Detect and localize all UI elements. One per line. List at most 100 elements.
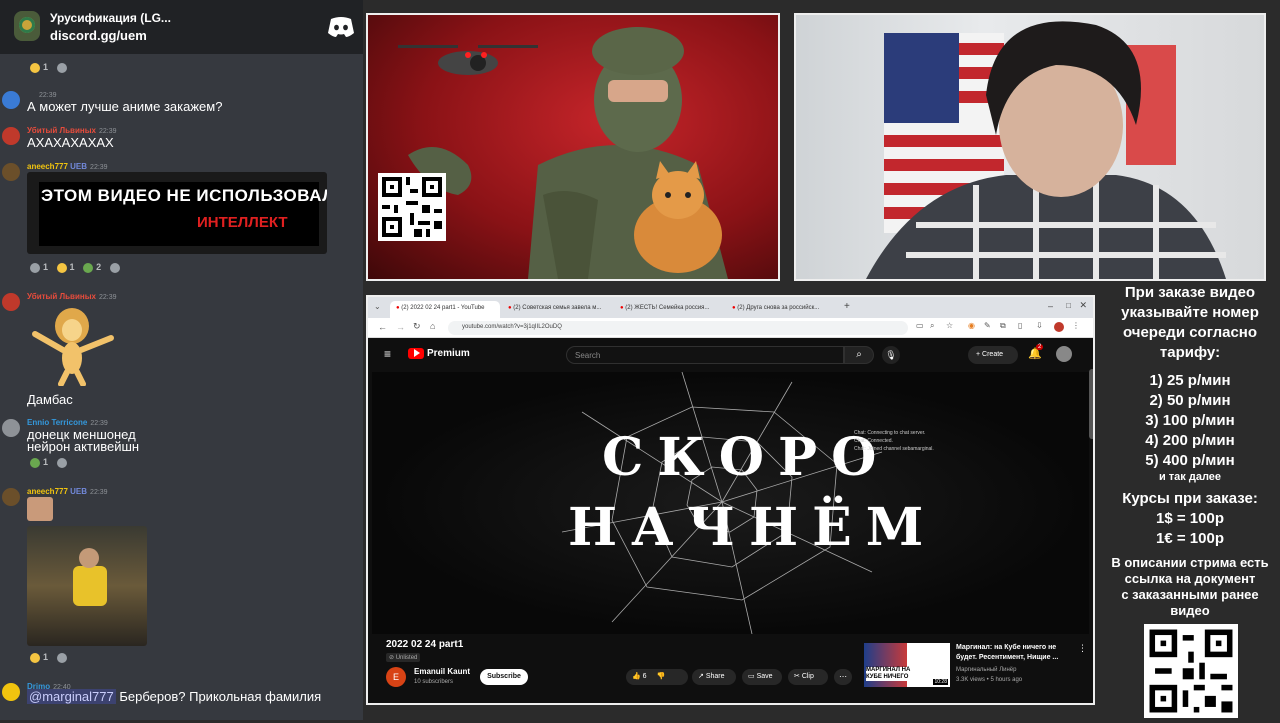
recommended-video-title[interactable]: Маргинал: на Кубе ничего не будет. Ресен… [956, 643, 1074, 663]
add-reaction-icon[interactable] [109, 262, 123, 273]
channel-name[interactable]: Emanuil Kaunt [414, 667, 470, 676]
avatar[interactable] [2, 163, 20, 181]
rates-title: Курсы при заказе: [1122, 490, 1258, 507]
media-embed[interactable] [27, 526, 147, 646]
new-tab-icon[interactable]: + [844, 301, 850, 312]
youtube-topbar: ≡ Premium Search ⌕ 🎙 + Create 🔔 2 [368, 339, 1093, 369]
invite-link[interactable]: discord.gg/uem [50, 28, 147, 43]
message-text: АХАХАХАХАХ [27, 135, 114, 150]
share-button[interactable]: ↗ Share [692, 669, 736, 685]
author-name[interactable]: Убитый Львиных 22:39 [27, 292, 117, 301]
tab-youtube-active[interactable]: ● (2) 2022 02 24 part1 - YouTube [390, 301, 500, 318]
media-caption: ЭТОМ ВИДЕО НЕ ИСПОЛЬЗОВАЛСЯ [41, 186, 327, 205]
zoom-icon[interactable]: ⌕ [930, 321, 934, 331]
url-field[interactable]: youtube.com/watch?v=3j1qIIL2OuDQ [448, 321, 908, 335]
address-bar: ← → ↻ ⌂ youtube.com/watch?v=3j1qIIL2OuDQ… [368, 318, 1093, 338]
account-avatar[interactable] [1056, 346, 1072, 362]
media-caption-red: ИНТЕЛЛЕКТ [197, 214, 288, 231]
media-embed[interactable]: ЭТОМ ВИДЕО НЕ ИСПОЛЬЗОВАЛСЯ ИНТЕЛЛЕКТ [27, 172, 327, 254]
avatar[interactable] [2, 127, 20, 145]
tariff-line: 1) 25 р/мин [1149, 372, 1231, 389]
reaction[interactable]: 1 [30, 652, 48, 663]
create-button[interactable]: + Create [968, 346, 1018, 364]
description-line: с заказанными ранее [1121, 587, 1259, 602]
maximize-icon[interactable]: □ [1066, 301, 1071, 310]
extensions-icon[interactable]: ⧉ [1000, 321, 1006, 331]
tab-russia-family[interactable]: ● (2) ЖЕСТЬ! Семейка россия... [614, 301, 724, 318]
reaction[interactable]: 1 [30, 262, 48, 273]
reaction[interactable]: 2 [83, 262, 101, 273]
chat-status-overlay: Chat: Connecting to chat server. Chat: C… [854, 430, 934, 452]
reaction-bar: 1 [30, 652, 76, 663]
reaction-bar: 1 1 2 [30, 262, 129, 273]
video-player[interactable]: СКОРО НАЧНЁМ Chat: Connecting to chat se… [372, 372, 1089, 634]
description-line: В описании стрима есть [1111, 555, 1269, 570]
browser-window: ⌄ ● (2) 2022 02 24 part1 - YouTube ● (2)… [366, 295, 1095, 705]
reaction[interactable]: 1 [30, 457, 48, 468]
recommended-channel[interactable]: Маргинальный Линёр [956, 667, 1016, 673]
avatar[interactable] [2, 488, 20, 506]
avatar[interactable] [2, 293, 20, 311]
reaction[interactable]: 1 [30, 62, 48, 73]
hamburger-menu-icon[interactable]: ≡ [384, 347, 391, 361]
bookmark-star-icon[interactable]: ☆ [946, 321, 953, 330]
tariff-etc: и так далее [1158, 471, 1222, 483]
search-input[interactable]: Search [566, 346, 844, 364]
cast-icon[interactable]: ▭ [916, 321, 924, 330]
channel-avatar[interactable]: E [386, 667, 406, 687]
menu-dots-icon[interactable]: ⋮ [1072, 321, 1080, 330]
subscribe-button[interactable]: Subscribe [480, 669, 528, 685]
avatar[interactable] [2, 683, 20, 701]
sidebar-icon[interactable]: ▯ [1018, 321, 1022, 330]
page-scrollbar[interactable] [1089, 369, 1093, 439]
info-line: очереди согласно [1122, 324, 1258, 341]
user-mention[interactable]: @marginal777 [27, 689, 116, 704]
tab-list-icon[interactable]: ⌄ [374, 302, 381, 311]
forward-icon[interactable]: → [396, 322, 405, 332]
tariff-line: 5) 400 р/мин [1145, 452, 1235, 469]
emoji-image [27, 497, 53, 521]
message-text: Дамбас [27, 392, 73, 407]
author-name[interactable]: Ennio Terricone 22:39 [27, 418, 108, 427]
info-line: указывайте номер [1121, 304, 1259, 321]
add-reaction-icon[interactable] [56, 62, 70, 73]
tab-friend-again[interactable]: ● (2) Друга снова за российск... [726, 301, 836, 318]
youtube-brand: Premium [427, 348, 470, 359]
thumbnail-text: МАРГИНАЛ НА КУБЕ НИЧЕГО [866, 667, 912, 681]
reload-icon[interactable]: ↻ [413, 321, 421, 332]
message-text: @marginal777 Берберов? Прикольная фамили… [27, 689, 322, 704]
save-button[interactable]: ▭ Save [742, 669, 782, 685]
avatar[interactable] [2, 419, 20, 437]
puzzle-icon[interactable]: ✎ [984, 321, 991, 330]
minimize-icon[interactable]: – [1048, 301, 1053, 311]
lion-sticker-image [32, 308, 114, 386]
author-name[interactable]: aneech777 UEB 22:39 [27, 162, 108, 171]
avatar[interactable] [2, 91, 20, 109]
microphone-icon[interactable]: 🎙 [882, 346, 900, 364]
clip-button[interactable]: ✂ Clip [788, 669, 828, 685]
search-button[interactable]: ⌕ [844, 346, 874, 364]
tab-soviet-family[interactable]: ● (2) Советская семья завела м... [502, 301, 612, 318]
message-header: 22:39 [39, 92, 57, 99]
back-icon[interactable]: ← [378, 322, 387, 332]
webcam-feed [794, 13, 1266, 281]
recommended-menu-icon[interactable]: ⋮ [1078, 643, 1087, 654]
like-button[interactable]: 👍 6 👎 [626, 669, 688, 685]
home-icon[interactable]: ⌂ [430, 321, 435, 331]
extension-icon[interactable]: ◉ [968, 321, 975, 330]
discord-header: Урусификация (LG... discord.gg/uem [0, 0, 363, 54]
notification-count-badge: 2 [1036, 344, 1044, 350]
add-reaction-icon[interactable] [56, 652, 70, 663]
author-name[interactable]: aneech777 UEB 22:39 [27, 487, 108, 496]
author-name[interactable]: Убитый Львиных 22:39 [27, 126, 117, 135]
recommended-video-thumbnail[interactable]: МАРГИНАЛ НА КУБЕ НИЧЕГО 10:28 [864, 643, 950, 687]
add-reaction-icon[interactable] [56, 457, 70, 468]
close-window-icon[interactable]: ✕ [1079, 300, 1087, 311]
server-icon[interactable] [14, 11, 40, 41]
download-icon[interactable]: ⇩ [1036, 321, 1043, 330]
soldier-cat-poster-image [366, 13, 780, 281]
reaction[interactable]: 1 [56, 262, 75, 273]
reaction-bar: 1 [30, 62, 76, 73]
more-actions-icon[interactable]: ⋯ [834, 669, 852, 685]
profile-avatar[interactable] [1054, 322, 1064, 332]
